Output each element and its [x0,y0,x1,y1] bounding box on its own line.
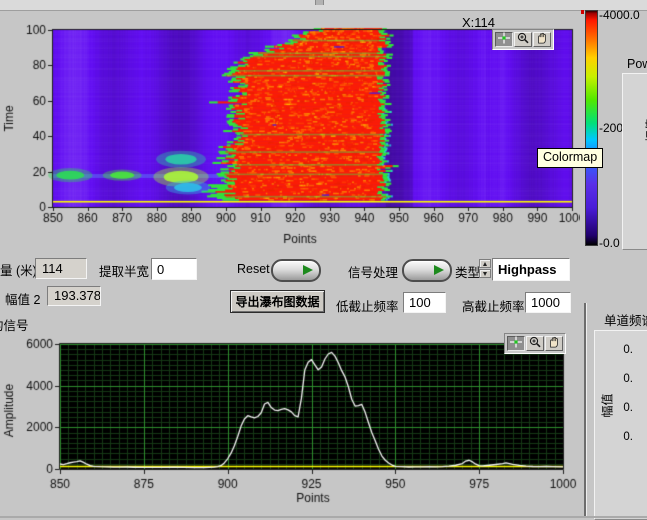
vertical-divider [584,303,587,518]
y-tick: 0. [613,431,633,443]
signal-processing-label: 信号处理 [348,262,398,281]
low-cutoff-input[interactable] [403,292,446,313]
export-waterfall-button[interactable]: 导出瀑布图数据 [230,290,325,313]
y-tick: 0. [613,402,633,414]
amplitude2-label: 幅值 2 [5,289,40,308]
high-cutoff-label: 高截止频率 [462,296,525,315]
colorbar-tick-min: -0.0 [599,236,620,250]
right-top-rotated-label: 幅值 [643,118,647,142]
graph-palette-bottom [504,333,566,354]
extracted-signal-canvas[interactable] [0,330,585,518]
zoom-tool-button[interactable] [514,32,532,47]
colormap-tooltip: Colormap [537,148,603,168]
single-channel-spectrum-title: 单道频谱 [604,310,647,329]
filter-type-value[interactable] [492,258,570,281]
top-edge-notch [315,0,324,5]
single-channel-spectrum-panel: 0. 0. 0. 0. 幅值 [594,330,647,520]
colorbar[interactable] [585,10,598,246]
graph-palette-top [492,29,554,50]
y-tick: 0. [613,344,633,356]
pan-tool-button[interactable] [533,32,551,47]
spinner-up-button[interactable] [479,259,491,268]
cursor-tool-button[interactable] [495,32,513,47]
cursor-tool-button[interactable] [507,336,525,351]
reset-toggle[interactable] [271,259,321,282]
crosshair-icon [497,31,511,49]
colorbar-max-marker [581,10,584,14]
low-cutoff-label: 低截止频率 [336,296,399,315]
crosshair-icon [509,335,523,353]
halfwidth-label: 提取半宽 [99,261,149,280]
magnifier-icon [528,335,542,353]
pan-tool-button[interactable] [545,336,563,351]
halfwidth-input[interactable] [151,258,197,280]
position-label: 量 (米) [0,260,37,279]
zoom-tool-button[interactable] [526,336,544,351]
cursor-x-readout: X:114 [462,15,495,30]
colorbar-tick-max: -4000.0 [599,8,640,22]
amplitude-rotated-label: 幅值 [599,393,616,417]
right-top-clipped-title: Pow [627,57,647,71]
filter-type-spinner [479,259,491,279]
position-indicator: 114 [35,258,87,279]
hand-icon [547,335,561,353]
right-top-panel: 幅值 [622,73,647,250]
spinner-down-button[interactable] [479,269,491,278]
filter-type-label: 类型 [455,262,480,281]
reset-label: Reset [237,262,270,276]
hand-icon [535,31,549,49]
amplitude2-indicator: 193.378 [47,286,101,306]
toggle-arrow-icon [434,265,444,275]
high-cutoff-input[interactable] [525,292,571,313]
signal-processing-toggle[interactable] [402,259,452,282]
magnifier-icon [516,31,530,49]
y-tick: 0. [613,373,633,385]
toggle-arrow-icon [303,265,313,275]
